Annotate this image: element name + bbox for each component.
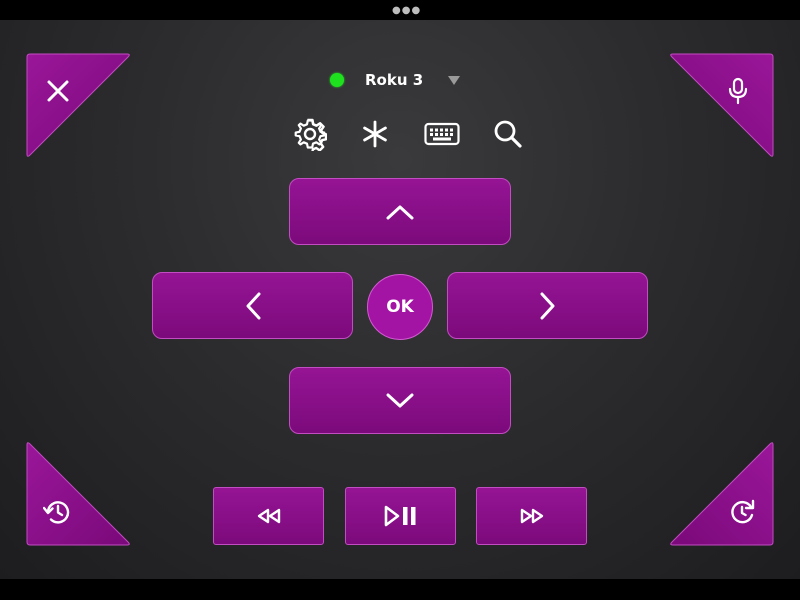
replay-corner-button[interactable] <box>668 440 774 546</box>
keyboard-button[interactable] <box>424 116 460 152</box>
play-pause-icon <box>384 505 415 527</box>
more-dots-icon[interactable]: ●●● <box>392 5 421 16</box>
chevron-right-icon <box>540 292 554 319</box>
play-pause-button[interactable] <box>345 487 456 545</box>
chevron-up-icon <box>386 205 414 219</box>
search-button[interactable] <box>490 116 526 152</box>
ok-button[interactable]: OK <box>367 274 433 340</box>
caret-down-icon <box>448 75 461 85</box>
device-selector[interactable]: Roku 3 <box>330 60 461 100</box>
down-button[interactable] <box>289 367 511 434</box>
system-top-bar: ●●● <box>0 0 800 20</box>
fast-forward-icon <box>520 508 543 524</box>
fast-forward-button[interactable] <box>476 487 587 545</box>
chevron-left-icon <box>246 292 260 319</box>
connection-status-dot <box>330 73 344 87</box>
up-button[interactable] <box>289 178 511 245</box>
rewind-button[interactable] <box>213 487 324 545</box>
chevron-down-icon <box>386 393 414 407</box>
left-button[interactable] <box>152 272 353 339</box>
rewind-icon <box>257 508 280 524</box>
gear-icon <box>294 118 327 151</box>
device-name: Roku 3 <box>365 71 424 89</box>
right-button[interactable] <box>447 272 648 339</box>
options-button[interactable] <box>357 116 393 152</box>
asterisk-icon <box>363 120 387 148</box>
toolbar-icons <box>0 116 800 152</box>
ok-label: OK <box>386 297 414 317</box>
keyboard-icon <box>424 122 460 146</box>
search-icon <box>494 120 522 148</box>
back-corner-button[interactable] <box>26 440 132 546</box>
settings-button[interactable] <box>292 116 328 152</box>
corner-triangle-shape <box>670 442 774 546</box>
corner-triangle-shape <box>26 442 130 546</box>
system-bottom-bar <box>0 579 800 600</box>
